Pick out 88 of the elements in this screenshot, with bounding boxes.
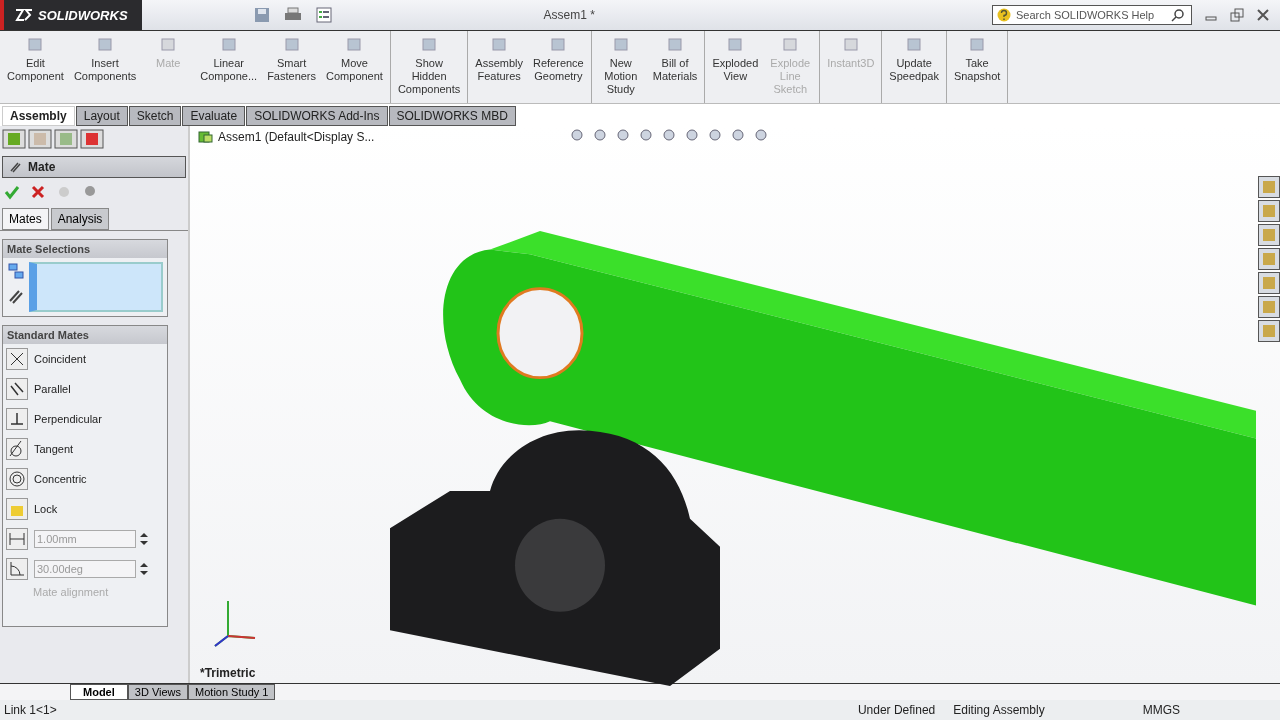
options-icon[interactable] <box>315 7 332 23</box>
mate-option[interactable]: Lock <box>3 494 167 524</box>
command-icon <box>159 37 178 53</box>
ribbon-tab[interactable]: Evaluate <box>182 106 246 126</box>
window-title: Assem1 * <box>543 8 596 22</box>
ribbon-button[interactable]: Exploded View <box>707 31 764 103</box>
command-icon <box>490 37 509 53</box>
ribbon-button[interactable]: Bill of Materials <box>647 31 703 103</box>
mate-option[interactable]: Coincident <box>3 344 167 374</box>
mate-type-icon <box>6 348 28 370</box>
manager-tab-icon[interactable] <box>2 129 26 149</box>
command-icon <box>420 37 439 53</box>
panel-tab[interactable]: Analysis <box>50 208 110 230</box>
close-icon[interactable] <box>1256 8 1270 22</box>
panel-title: Mate <box>28 160 56 174</box>
command-icon <box>781 37 800 53</box>
ribbon-button[interactable]: Assembly Features <box>470 31 528 103</box>
ribbon-button[interactable]: Move Component <box>321 31 388 103</box>
mate-option[interactable]: Parallel <box>3 374 167 404</box>
paperclip-icon <box>7 288 25 306</box>
ribbon-button[interactable]: Smart Fasteners <box>262 31 322 103</box>
manager-tab-icon[interactable] <box>54 129 78 149</box>
command-icon <box>549 37 568 53</box>
logo-mark-icon <box>14 7 34 23</box>
ribbon-button[interactable]: Show Hidden Components <box>392 31 466 103</box>
view-orientation-label: *Trimetric <box>200 666 256 680</box>
search-field[interactable]: Search SOLIDWORKS Help <box>992 5 1192 25</box>
command-icon <box>905 37 924 53</box>
command-icon <box>666 37 685 53</box>
mate-alignment-label: Mate alignment <box>32 585 110 600</box>
mate-type-icon <box>6 468 28 490</box>
status-selection: Link 1<1> <box>4 703 57 717</box>
search-icon[interactable] <box>1171 8 1185 22</box>
units-selector[interactable]: MMGS <box>1142 703 1180 717</box>
print-icon[interactable] <box>283 7 302 23</box>
ribbon-button[interactable]: Take Snapshot <box>948 31 1006 103</box>
ribbon-button[interactable]: Insert Components <box>68 31 142 103</box>
paperclip-icon <box>8 160 22 174</box>
assembly-icon <box>198 130 214 144</box>
ribbon-tab[interactable]: SOLIDWORKS Add-Ins <box>246 106 388 126</box>
cancel-x-icon[interactable] <box>30 184 46 200</box>
manager-tab-icon[interactable] <box>80 129 104 149</box>
bottom-tab[interactable]: Motion Study 1 <box>188 684 276 700</box>
ribbon-tab[interactable]: Sketch <box>128 106 182 126</box>
selection-list[interactable] <box>29 262 163 312</box>
command-icon <box>282 37 301 53</box>
spin-arrows-icon[interactable] <box>140 532 148 546</box>
ribbon-tab[interactable]: Layout <box>75 106 128 126</box>
restore-icon[interactable] <box>1230 8 1244 22</box>
app-logo-text: SOLIDWORKS <box>38 7 128 23</box>
mate-option[interactable]: Tangent <box>3 434 167 464</box>
ribbon-button[interactable]: New Motion Study <box>593 31 648 103</box>
command-icon <box>96 37 115 53</box>
command-icon <box>726 37 745 53</box>
components-icon <box>7 262 25 280</box>
mate-type-icon <box>6 378 28 400</box>
status-state: Under Defined <box>857 703 936 717</box>
ribbon-button[interactable]: Reference Geometry <box>528 31 589 103</box>
bottom-tab[interactable]: Model <box>70 684 128 700</box>
command-icon <box>219 37 238 53</box>
mate-option[interactable]: Concentric <box>3 464 167 494</box>
mate-option[interactable]: Perpendicular <box>3 404 167 434</box>
command-icon <box>841 37 860 53</box>
status-mode: Editing Assembly <box>953 703 1045 717</box>
section-header[interactable]: Mate Selections <box>3 240 167 258</box>
distance-icon <box>6 528 28 550</box>
section-header[interactable]: Standard Mates <box>3 326 167 344</box>
command-icon <box>611 37 630 53</box>
command-icon <box>968 37 987 53</box>
ribbon-tab[interactable]: SOLIDWORKS MBD <box>388 106 516 126</box>
command-icon <box>26 37 45 53</box>
ribbon-button[interactable]: Linear Compone... <box>195 31 263 103</box>
angle-icon <box>6 558 28 580</box>
mate-type-icon <box>6 408 28 430</box>
bottom-tab[interactable]: 3D Views <box>127 684 189 700</box>
spin-arrows-icon[interactable] <box>140 562 148 576</box>
ribbon-tab[interactable]: Assembly <box>2 106 75 126</box>
help-icon <box>997 8 1011 22</box>
ok-checkmark-icon[interactable] <box>4 184 20 200</box>
mate-type-icon <box>6 498 28 520</box>
command-icon <box>345 37 364 53</box>
save-icon[interactable] <box>253 7 270 23</box>
panel-tab[interactable]: Mates <box>2 208 49 230</box>
ribbon-button[interactable]: Update Speedpak <box>884 31 944 103</box>
feature-tree-root[interactable]: Assem1 (Default<Display S... <box>198 130 375 144</box>
manager-tab-icon[interactable] <box>28 129 52 149</box>
ribbon-button[interactable]: Edit Component <box>2 31 69 103</box>
mate-type-icon <box>6 438 28 460</box>
